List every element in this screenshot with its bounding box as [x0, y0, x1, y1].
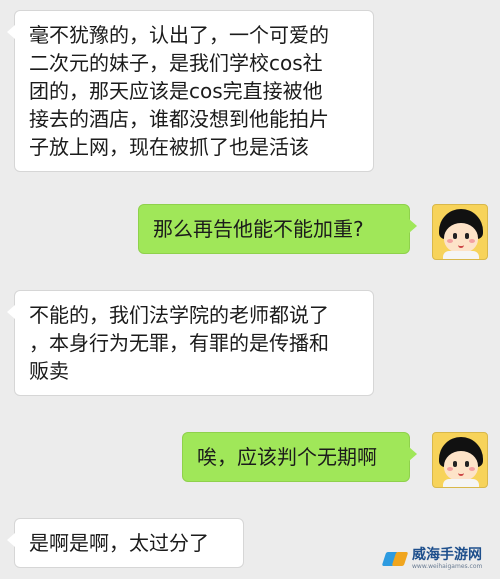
message-bubble-outgoing[interactable]: 唉，应该判个无期啊: [182, 432, 417, 482]
message-bubble-incoming[interactable]: 是啊是啊，太过分了: [7, 518, 244, 568]
message-bubble-incoming[interactable]: 毫不犹豫的，认出了，一个可爱的 二次元的妹子，是我们学校cos社 团的，那天应该…: [7, 10, 374, 172]
message-bubble-incoming[interactable]: 不能的，我们法学院的老师都说了 ，本身行为无罪，有罪的是传播和 贩卖: [7, 290, 374, 396]
watermark-url: www.weihaigames.com: [412, 563, 483, 570]
chat-window: 毫不犹豫的，认出了，一个可爱的 二次元的妹子，是我们学校cos社 团的，那天应该…: [0, 0, 500, 579]
avatar-icon[interactable]: [432, 432, 488, 488]
watermark-logo: 威海手游网 www.weihaigames.com: [381, 547, 483, 570]
site-logo-icon: [381, 550, 409, 568]
avatar-icon[interactable]: [432, 204, 488, 260]
watermark-title: 威海手游网: [412, 547, 482, 563]
message-bubble-outgoing[interactable]: 那么再告他能不能加重?: [138, 204, 417, 254]
